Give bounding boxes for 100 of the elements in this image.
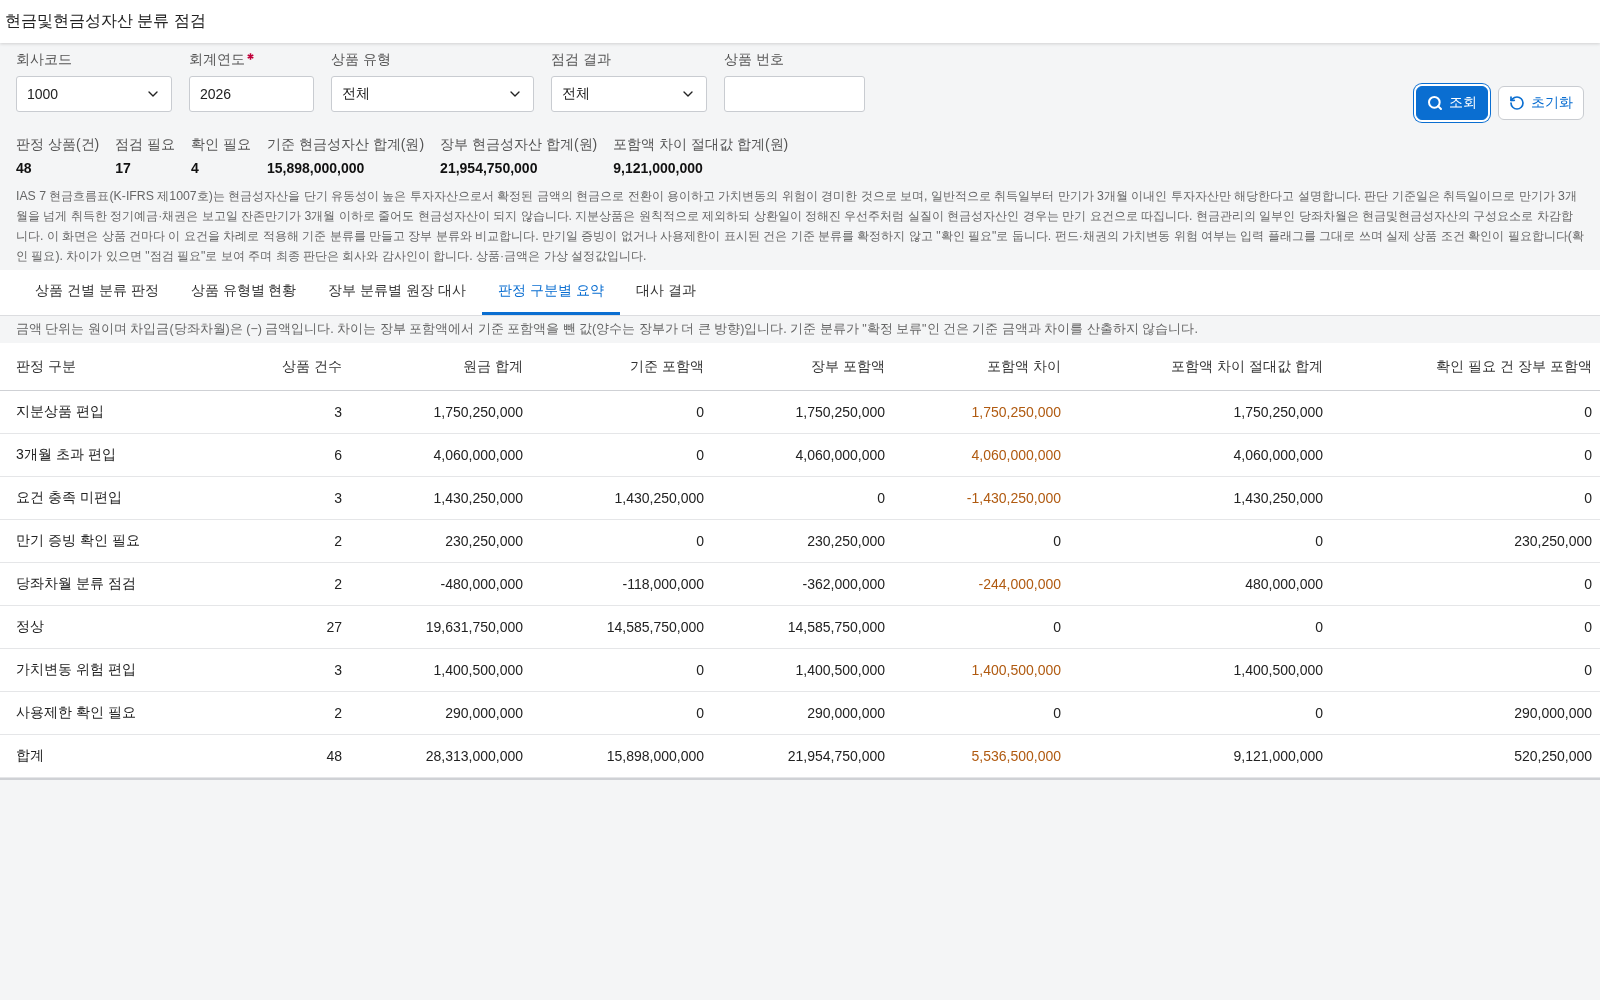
field-label: 회계연도 bbox=[189, 51, 245, 68]
stat-label: 점검 필요 bbox=[115, 136, 176, 154]
reset-button[interactable]: 초기화 bbox=[1498, 86, 1584, 120]
table-cell-text: 14,585,750,000 bbox=[786, 619, 885, 635]
stat-value: 4 bbox=[191, 160, 200, 176]
table-cell-text: 합계 bbox=[16, 747, 45, 765]
table-cell-text: 4,060,000,000 bbox=[970, 447, 1061, 463]
table-cell-text: 1,400,500,000 bbox=[794, 662, 885, 678]
table-cell-text: 요건 충족 미편입 bbox=[16, 489, 123, 507]
input-field[interactable]: 2026 bbox=[189, 76, 314, 112]
table-cell-text: 0 bbox=[1052, 705, 1061, 721]
stat-label: 포함액 차이 절대값 합계(원) bbox=[613, 136, 789, 154]
table-cell-text: 6 bbox=[333, 447, 342, 463]
table-cell-text: 1,750,250,000 bbox=[794, 404, 885, 420]
tab[interactable]: 장부 분류별 원장 대사 bbox=[312, 270, 483, 315]
table-cell-text: 0 bbox=[695, 705, 704, 721]
stat-label: 기준 현금성자산 합계(원) bbox=[267, 136, 425, 154]
search-icon bbox=[1427, 95, 1443, 111]
table-cell-text: 2 bbox=[333, 576, 342, 592]
select-field[interactable]: 전체 bbox=[331, 76, 534, 112]
table-cell-text: 3개월 초과 편입 bbox=[16, 446, 117, 464]
table-cell-text: 0 bbox=[1583, 490, 1592, 506]
table-cell-text: 28,313,000,000 bbox=[424, 748, 523, 764]
table-cell-text: 1,430,250,000 bbox=[613, 490, 704, 506]
stat-value: 9,121,000,000 bbox=[613, 160, 704, 176]
table-cell-text: 0 bbox=[1583, 619, 1592, 635]
tab[interactable]: 상품 유형별 현황 bbox=[174, 270, 313, 315]
stat-value: 17 bbox=[115, 160, 132, 176]
table-cell-text: 0 bbox=[1052, 533, 1061, 549]
column-header: 판정 구분 bbox=[16, 357, 77, 376]
table-cell-text: 0 bbox=[876, 490, 885, 506]
table-cell-text: 2 bbox=[333, 533, 342, 549]
table-cell-text: 0 bbox=[695, 404, 704, 420]
input-field[interactable] bbox=[724, 76, 865, 112]
table-cell-text: 1,400,500,000 bbox=[432, 662, 523, 678]
table-cell-text: 0 bbox=[1583, 576, 1592, 592]
table-cell-text: 1,430,250,000 bbox=[1232, 490, 1323, 506]
table-cell-text: 290,000,000 bbox=[444, 705, 523, 721]
reset-icon bbox=[1509, 95, 1525, 111]
table-cell-text: 만기 증빙 확인 필요 bbox=[16, 532, 141, 550]
table-cell-text: 21,954,750,000 bbox=[786, 748, 885, 764]
table-cell-text: 당좌차월 분류 점검 bbox=[16, 575, 137, 593]
table-cell-text: 정상 bbox=[16, 618, 45, 636]
table-cell-text: 1,750,250,000 bbox=[970, 404, 1061, 420]
table-cell-text: 230,250,000 bbox=[444, 533, 523, 549]
note-text: 금액 단위는 원이며 차입금(당좌차월)은 (−) 금액입니다. 차이는 장부 포함액에서 기준 포함액을 뺀 값(양수는 장부가 더 큰 방향)입니다. 기준 분류가 "확정 보류"인 건은 기준 금액과 차이를 산출하지 않습니다. bbox=[15, 321, 1199, 338]
table-cell-text: -244,000,000 bbox=[977, 576, 1061, 592]
table-cell-text: 0 bbox=[1583, 404, 1592, 420]
table-cell-text: 14,585,750,000 bbox=[605, 619, 704, 635]
table-cell-text: -118,000,000 bbox=[621, 576, 704, 592]
table-cell-text: 1,400,500,000 bbox=[970, 662, 1061, 678]
column-header: 확인 필요 건 장부 포함액 bbox=[1435, 357, 1592, 376]
tab[interactable]: 상품 건별 분류 판정 bbox=[19, 270, 175, 315]
table-cell-text: 1,400,500,000 bbox=[1232, 662, 1323, 678]
table-cell-text: 0 bbox=[1583, 447, 1592, 463]
table-cell-text: 3 bbox=[333, 404, 342, 420]
field-label: 점검 결과 bbox=[551, 51, 611, 68]
table-cell-text: 0 bbox=[1052, 619, 1061, 635]
table-cell-text: 290,000,000 bbox=[1513, 705, 1592, 721]
table-cell-text: 3 bbox=[333, 490, 342, 506]
field-label: 회사코드 bbox=[16, 51, 72, 68]
table-cell-text: 사용제한 확인 필요 bbox=[16, 704, 137, 722]
column-header: 기준 포함액 bbox=[629, 357, 704, 376]
stat-value: 21,954,750,000 bbox=[440, 160, 539, 176]
table-cell-text: 1,750,250,000 bbox=[1232, 404, 1323, 420]
tab[interactable]: 판정 구분별 요약 bbox=[482, 270, 620, 315]
table-cell-text: 0 bbox=[1314, 533, 1323, 549]
table-cell-text: 4,060,000,000 bbox=[794, 447, 885, 463]
table-cell-text: 480,000,000 bbox=[1244, 576, 1323, 592]
column-header: 원금 합계 bbox=[462, 357, 523, 376]
field-label: 상품 번호 bbox=[724, 51, 784, 68]
table-cell-text: 4,060,000,000 bbox=[1232, 447, 1323, 463]
table-cell-text: 19,631,750,000 bbox=[424, 619, 523, 635]
tab[interactable]: 대사 결과 bbox=[619, 270, 712, 315]
table-cell-text: 3 bbox=[333, 662, 342, 678]
select-field[interactable]: 전체 bbox=[551, 76, 707, 112]
table-cell-text: 48 bbox=[325, 748, 342, 764]
search-button[interactable]: 조회 bbox=[1416, 86, 1488, 120]
table-cell-text: 230,250,000 bbox=[806, 533, 885, 549]
table-cell-text: 4,060,000,000 bbox=[432, 447, 523, 463]
page-title: 현금및현금성자산 분류 점검 bbox=[5, 11, 206, 31]
table-cell-text: 15,898,000,000 bbox=[605, 748, 704, 764]
table-cell-text: -480,000,000 bbox=[439, 576, 523, 592]
table-cell-text: 1,430,250,000 bbox=[432, 490, 523, 506]
field-label: 상품 유형 bbox=[331, 51, 391, 68]
table-cell-text: -362,000,000 bbox=[801, 576, 885, 592]
column-header: 상품 건수 bbox=[281, 357, 342, 376]
table-cell-text: 27 bbox=[325, 619, 342, 635]
table-cell-text: 520,250,000 bbox=[1513, 748, 1592, 764]
column-header: 장부 포함액 bbox=[810, 357, 885, 376]
description-text: IAS 7 현금흐름표(K-IFRS 제1007호)는 현금성자산을 단기 유동성이 높은 투자자산으로서 확정된 금액의 현금으로 전환이 용이하고 가치변동의 위험이 경미한 것으로 보며, 일반적으로 취득일부터 만기가 3개월 이내인 투자자산만 해당한다고 설명합니다. 판단 기준일은 취득일이므로 만기가 3개월을 넘게 취득한 정기예금·채권은 보고일 잔존만기가 3개월 이하로 줄어도 현금성자산이 되지 않습니다. 지분상품은 원칙적으로 제외하되 상환일이 정해진 우선주처럼 실질이 현금성자산인 경우는 만기 요건으로 따집니다. 현금관리의 일부인 당좌차월은 현금및현금성자산의 구성요소로 차감합니다. 이 화면은 상품 건마다 이 요건을 차례로 적용해 기준 분류를 만들고 장부 분류와 비교합니다. 만기일 증빙이 없거나 사용제한이 표시된 건은 기준 분류를 확정하지 않고 "확인 필요"로 둡니다. 펀드·채권의 가치변동 위험 여부는 입력 플래그를 그대로 쓰며 실제 상품 조건 확인이 필요합니다(확인 필요). 차이가 있으면 "점검 필요"로 보여 주며 최종 판단은 회사와 감사인이 합니다. 상품·금액은 가상 설정값입니다. bbox=[15, 188, 1585, 265]
table-cell-text: 0 bbox=[1314, 619, 1323, 635]
column-header: 포함액 차이 절대값 합계 bbox=[1170, 357, 1323, 376]
table-cell-text: 290,000,000 bbox=[806, 705, 885, 721]
select-field[interactable]: 1000 bbox=[16, 76, 172, 112]
table-cell-text: 가치변동 위험 편입 bbox=[16, 661, 137, 679]
table-cell-text: 0 bbox=[695, 533, 704, 549]
table-cell-text: 230,250,000 bbox=[1513, 533, 1592, 549]
table-cell-text: 지분상품 편입 bbox=[16, 403, 105, 421]
table-cell-text: 0 bbox=[1583, 662, 1592, 678]
